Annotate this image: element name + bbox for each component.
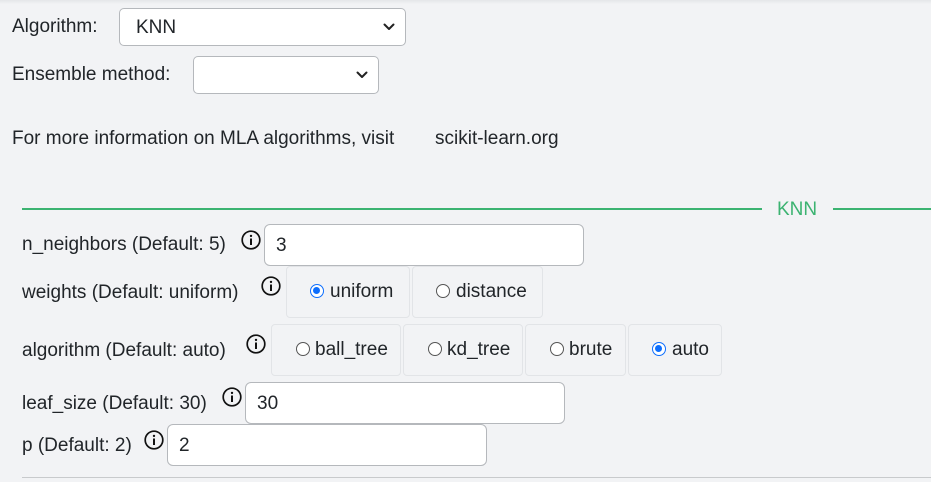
section-bottom-divider — [22, 477, 931, 478]
section-title: KNN — [777, 199, 818, 220]
leaf-size-value: 30 — [257, 393, 279, 414]
p-label: p (Default: 2) — [22, 435, 132, 456]
weights-option-distance[interactable]: distance — [412, 266, 543, 318]
weights-label: weights (Default: uniform) — [22, 282, 239, 303]
section-divider-left — [22, 208, 762, 210]
algorithm-label: Algorithm: — [12, 16, 98, 37]
radio-selected[interactable] — [652, 342, 666, 356]
n-neighbors-input[interactable]: 3 — [264, 224, 584, 266]
chevron-down-icon — [356, 71, 368, 78]
n-neighbors-value: 3 — [276, 235, 287, 256]
top-shadow — [0, 0, 931, 4]
p-input[interactable]: 2 — [167, 424, 487, 466]
info-circle-icon[interactable] — [222, 387, 242, 407]
radio-unselected[interactable] — [436, 284, 450, 298]
weights-option-label: distance — [456, 281, 527, 302]
info-circle-icon[interactable] — [261, 276, 281, 296]
info-circle-icon[interactable] — [246, 334, 266, 354]
algorithm-option-label: brute — [569, 339, 613, 360]
weights-option-label: uniform — [330, 281, 394, 302]
ensemble-method-label: Ensemble method: — [12, 64, 171, 85]
scikit-learn-link[interactable]: scikit-learn.org — [435, 127, 559, 151]
radio-unselected[interactable] — [428, 342, 442, 356]
info-text: For more information on MLA algorithms, … — [12, 128, 395, 149]
algorithm-option-ball-tree[interactable]: ball_tree — [271, 324, 401, 376]
algorithm-option-label: kd_tree — [447, 339, 511, 360]
ensemble-method-select[interactable] — [193, 56, 379, 94]
algorithm-option-label: auto — [672, 339, 709, 360]
radio-unselected[interactable] — [296, 342, 310, 356]
section-divider-right — [833, 208, 931, 210]
algorithm-option-brute[interactable]: brute — [525, 324, 626, 376]
p-value: 2 — [179, 435, 190, 456]
algorithm-option-auto[interactable]: auto — [628, 324, 722, 376]
radio-unselected[interactable] — [550, 342, 564, 356]
chevron-down-icon — [383, 23, 395, 30]
algorithm-select-value: KNN — [136, 17, 177, 38]
leaf-size-input[interactable]: 30 — [245, 382, 565, 424]
info-circle-icon[interactable] — [241, 230, 261, 250]
n-neighbors-label: n_neighbors (Default: 5) — [22, 234, 226, 255]
algorithm-option-kd-tree[interactable]: kd_tree — [403, 324, 523, 376]
info-circle-icon[interactable] — [144, 430, 164, 450]
weights-option-uniform[interactable]: uniform — [286, 266, 410, 318]
radio-selected[interactable] — [310, 284, 324, 298]
algorithm-option-label: ball_tree — [315, 339, 388, 360]
knn-algorithm-label: algorithm (Default: auto) — [22, 340, 226, 361]
leaf-size-label: leaf_size (Default: 30) — [22, 393, 207, 414]
algorithm-select[interactable]: KNN — [119, 8, 406, 46]
